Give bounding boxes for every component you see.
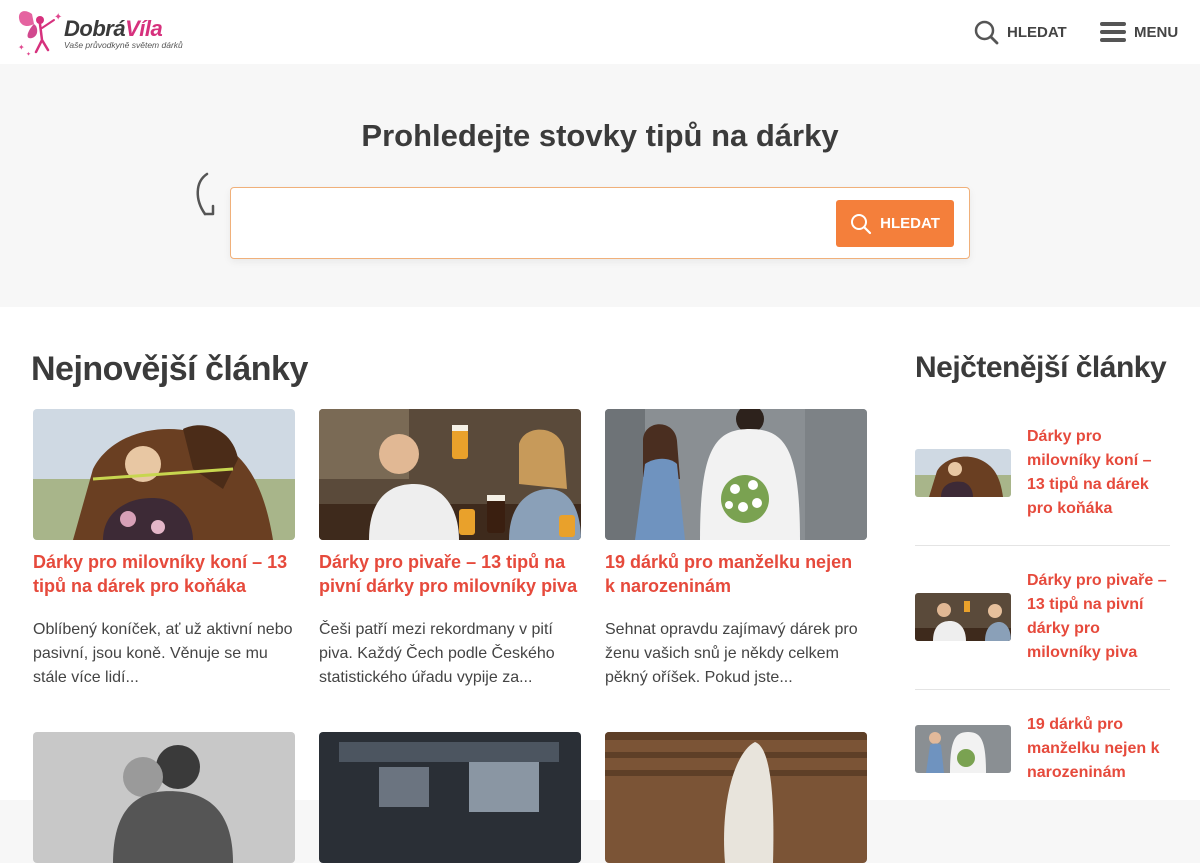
- article-card[interactable]: [605, 732, 867, 863]
- popular-article-thumb[interactable]: [915, 449, 1011, 497]
- svg-text:✦: ✦: [26, 51, 31, 58]
- latest-articles-heading: Nejnovější články: [31, 350, 308, 388]
- article-title[interactable]: Dárky pro milovníky koní – 13 tipů na dá…: [33, 550, 295, 598]
- main-content: Nejnovější články Dárky pro milovníky ko…: [0, 307, 1200, 863]
- article-title[interactable]: Dárky pro pivaře – 13 tipů na pivní dárk…: [319, 550, 581, 598]
- article-card[interactable]: Dárky pro pivaře – 13 tipů na pivní dárk…: [319, 409, 581, 690]
- logo-word-dobra: Dobrá: [64, 16, 126, 41]
- fairy-icon: ✦ ✦ ✦: [18, 11, 62, 58]
- article-excerpt: Sehnat opravdu zajímavý dárek pro ženu v…: [605, 621, 858, 686]
- hero-title: Prohledejte stovky tipů na dárky: [361, 118, 839, 153]
- site-logo[interactable]: ✦ ✦ ✦ DobráVíla Vaše průvodkyně světem d…: [14, 6, 184, 58]
- article-image-horse[interactable]: [33, 409, 295, 540]
- article-excerpt: Češi patří mezi rekordmany v pití piva. …: [319, 621, 555, 686]
- article-card[interactable]: 19 dárků pro manželku nejen k narozeniná…: [605, 409, 867, 690]
- header-search-label: HLEDAT: [1007, 23, 1067, 41]
- hamburger-icon: [1100, 22, 1126, 42]
- hero-search-section: Prohledejte stovky tipů na dárky HLEDAT: [0, 64, 1200, 307]
- article-image-wife[interactable]: [605, 409, 867, 540]
- svg-text:✦: ✦: [18, 43, 25, 52]
- popular-articles-heading: Nejčtenější články: [915, 351, 1167, 384]
- hero-search-input[interactable]: [243, 202, 833, 246]
- header-search-button[interactable]: HLEDAT: [974, 16, 1067, 48]
- article-excerpt: Oblíbený koníček, ať už aktivní nebo pas…: [33, 621, 293, 686]
- article-image-stable-horse[interactable]: [605, 732, 867, 863]
- header-menu-label: MENU: [1134, 23, 1179, 41]
- article-card[interactable]: Dárky pro milovníky koní – 13 tipů na dá…: [33, 409, 295, 690]
- popular-article-thumb[interactable]: [915, 593, 1011, 641]
- svg-text:✦: ✦: [54, 12, 62, 23]
- logo-tagline: Vaše průvodkyně světem dárků: [64, 40, 183, 50]
- popular-article-title[interactable]: Dárky pro pivaře – 13 tipů na pivní dárk…: [1027, 569, 1172, 665]
- header-menu-button[interactable]: MENU: [1100, 16, 1178, 48]
- article-image-couple[interactable]: [33, 732, 295, 863]
- search-icon: [851, 213, 872, 234]
- popular-article-item[interactable]: Dárky pro pivaře – 13 tipů na pivní dárk…: [915, 569, 1170, 669]
- article-image-dark-room[interactable]: [319, 732, 581, 863]
- curved-arrow-icon: [196, 172, 215, 216]
- article-image-beer[interactable]: [319, 409, 581, 540]
- hero-search-button-label: HLEDAT: [880, 215, 940, 232]
- divider: [915, 689, 1170, 690]
- popular-article-title[interactable]: 19 dárků pro manželku nejen k narozeniná…: [1027, 713, 1172, 785]
- popular-article-item[interactable]: 19 dárků pro manželku nejen k narozeniná…: [915, 713, 1170, 793]
- popular-article-thumb[interactable]: [915, 725, 1011, 773]
- logo-word-vila: Víla: [125, 16, 163, 41]
- popular-article-item[interactable]: Dárky pro milovníky koní – 13 tipů na dá…: [915, 425, 1170, 525]
- popular-article-title[interactable]: Dárky pro milovníky koní – 13 tipů na dá…: [1027, 425, 1172, 521]
- hero-search-box: HLEDAT: [230, 187, 970, 259]
- article-card[interactable]: [319, 732, 581, 863]
- article-card[interactable]: [33, 732, 295, 863]
- hero-search-button[interactable]: HLEDAT: [836, 200, 954, 247]
- divider: [915, 545, 1170, 546]
- site-header: ✦ ✦ ✦ DobráVíla Vaše průvodkyně světem d…: [0, 0, 1200, 64]
- search-icon: [974, 20, 999, 44]
- article-title[interactable]: 19 dárků pro manželku nejen k narozeniná…: [605, 550, 867, 598]
